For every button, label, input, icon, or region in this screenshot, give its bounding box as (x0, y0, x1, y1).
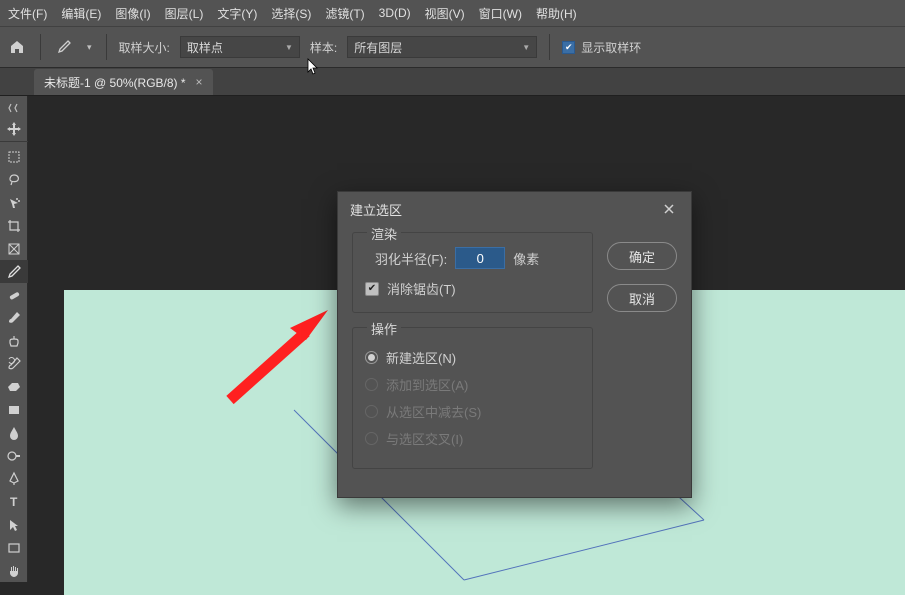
pen-tool[interactable] (0, 467, 28, 490)
document-tab[interactable]: 未标题-1 @ 50%(RGB/8) * × (34, 69, 213, 95)
menu-select[interactable]: 选择(S) (271, 5, 311, 22)
sample-size-value: 取样点 (187, 39, 223, 56)
menu-file[interactable]: 文件(F) (8, 5, 47, 22)
dialog-titlebar[interactable]: 建立选区 (338, 192, 691, 226)
brush-tool[interactable] (0, 306, 28, 329)
sample-value: 所有图层 (354, 39, 402, 56)
checkbox-checked-icon: ✔ (562, 41, 575, 54)
options-bar: ▾ 取样大小: 取样点 ▼ 样本: 所有图层 ▼ ✔ 显示取样环 (0, 26, 905, 68)
feather-radius-label: 羽化半径(F): (375, 249, 447, 268)
close-icon (662, 202, 676, 216)
eyedropper-tool[interactable] (0, 260, 28, 283)
radio-icon (365, 378, 378, 391)
sample-size-label: 取样大小: (119, 39, 170, 56)
document-tab-bar: 未标题-1 @ 50%(RGB/8) * × (0, 68, 905, 96)
dodge-tool[interactable] (0, 444, 28, 467)
dialog-title: 建立选区 (350, 200, 402, 219)
eyedropper-tool-icon[interactable] (53, 36, 75, 58)
toolbox: T (0, 96, 28, 582)
menu-3d[interactable]: 3D(D) (379, 6, 411, 20)
quick-select-tool[interactable] (0, 191, 28, 214)
annotation-arrow-icon (210, 300, 350, 420)
divider (40, 34, 41, 60)
type-tool[interactable]: T (0, 490, 28, 513)
op-add-label: 添加到选区(A) (386, 375, 468, 394)
eraser-tool[interactable] (0, 375, 28, 398)
antialias-checkbox[interactable]: ✔ (365, 282, 379, 296)
op-int-label: 与选区交叉(I) (386, 429, 463, 448)
path-select-tool[interactable] (0, 513, 28, 536)
chevron-down-icon: ▼ (285, 43, 293, 52)
render-legend: 渲染 (367, 224, 401, 243)
collapse-toolbox-button[interactable] (0, 96, 28, 119)
render-fieldset: 渲染 羽化半径(F): 像素 ✔ 消除锯齿(T) (352, 232, 593, 313)
clone-stamp-tool[interactable] (0, 329, 28, 352)
chevron-down-icon[interactable]: ▾ (85, 42, 94, 53)
divider (106, 34, 107, 60)
op-sub-label: 从选区中减去(S) (386, 402, 481, 421)
menu-image[interactable]: 图像(I) (115, 5, 150, 22)
feather-radius-input[interactable] (455, 247, 505, 269)
operation-legend: 操作 (367, 319, 401, 338)
op-new-label: 新建选区(N) (386, 348, 456, 367)
menu-edit[interactable]: 编辑(E) (61, 5, 101, 22)
sample-select[interactable]: 所有图层 ▼ (347, 36, 537, 58)
rectangle-tool[interactable] (0, 536, 28, 559)
gradient-tool[interactable] (0, 398, 28, 421)
op-new-selection-row[interactable]: 新建选区(N) (365, 348, 580, 367)
menu-help[interactable]: 帮助(H) (536, 5, 577, 22)
radio-selected-icon (365, 351, 378, 364)
radio-icon (365, 432, 378, 445)
sample-size-select[interactable]: 取样点 ▼ (180, 36, 300, 58)
blur-tool[interactable] (0, 421, 28, 444)
close-button[interactable] (659, 199, 679, 219)
marquee-tool[interactable] (0, 145, 28, 168)
menu-window[interactable]: 窗口(W) (479, 5, 522, 22)
show-sampling-ring-checkbox[interactable]: ✔ 显示取样环 (562, 39, 641, 56)
svg-text:T: T (10, 495, 18, 509)
menu-bar: 文件(F) 编辑(E) 图像(I) 图层(L) 文字(Y) 选择(S) 滤镜(T… (0, 0, 905, 26)
hand-tool[interactable] (0, 559, 28, 582)
menu-text[interactable]: 文字(Y) (217, 5, 257, 22)
feather-unit-label: 像素 (513, 249, 539, 268)
crop-tool[interactable] (0, 214, 28, 237)
op-intersect-selection-row: 与选区交叉(I) (365, 429, 580, 448)
radio-icon (365, 405, 378, 418)
make-selection-dialog: 建立选区 渲染 羽化半径(F): 像素 ✔ 消除锯齿(T) 操作 (337, 191, 692, 498)
antialias-label: 消除锯齿(T) (387, 279, 456, 298)
menu-filter[interactable]: 滤镜(T) (325, 5, 364, 22)
sample-label: 样本: (310, 39, 337, 56)
op-add-selection-row: 添加到选区(A) (365, 375, 580, 394)
op-subtract-selection-row: 从选区中减去(S) (365, 402, 580, 421)
home-button[interactable] (6, 36, 28, 58)
menu-layer[interactable]: 图层(L) (165, 5, 204, 22)
move-tool[interactable] (0, 119, 28, 142)
divider (549, 34, 550, 60)
history-brush-tool[interactable] (0, 352, 28, 375)
frame-tool[interactable] (0, 237, 28, 260)
document-tab-title: 未标题-1 @ 50%(RGB/8) * (44, 74, 186, 91)
lasso-tool[interactable] (0, 168, 28, 191)
operation-fieldset: 操作 新建选区(N) 添加到选区(A) 从选区中减去(S) 与选区交叉(I) (352, 327, 593, 469)
cancel-button[interactable]: 取消 (607, 284, 677, 312)
healing-brush-tool[interactable] (0, 283, 28, 306)
show-sampling-ring-label: 显示取样环 (581, 39, 641, 56)
close-icon[interactable]: × (196, 75, 203, 89)
menu-view[interactable]: 视图(V) (425, 5, 465, 22)
chevron-down-icon: ▼ (522, 43, 530, 52)
ok-button[interactable]: 确定 (607, 242, 677, 270)
